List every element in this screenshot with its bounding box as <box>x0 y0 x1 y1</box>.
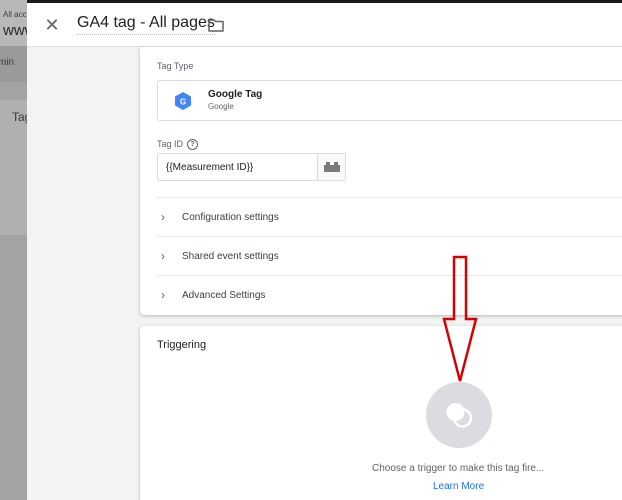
background-header: All acc www <box>0 0 27 46</box>
folder-icon[interactable] <box>208 18 224 32</box>
help-icon[interactable]: ? <box>187 139 198 150</box>
section-label: Advanced Settings <box>182 290 266 301</box>
trigger-empty-message: Choose a trigger to make this tag fire..… <box>372 463 545 474</box>
background-nav-label: min <box>0 57 15 68</box>
tag-id-value: {{Measurement ID}} <box>166 162 254 173</box>
variable-brick-icon <box>324 162 340 172</box>
tag-type-selector[interactable]: G Google Tag Google <box>157 80 622 121</box>
svg-text:G: G <box>180 98 186 107</box>
background-container-name: www <box>3 22 27 39</box>
advanced-settings-row[interactable]: › Advanced Settings <box>157 275 622 314</box>
add-trigger-button[interactable] <box>426 382 492 448</box>
chevron-right-icon: › <box>161 210 165 224</box>
tag-id-label: Tag ID <box>157 139 184 149</box>
triggering-card[interactable]: Triggering Choose a trigger to make this… <box>140 326 622 500</box>
background-account-label: All acc <box>3 10 27 19</box>
tag-type-label: Tag Type <box>157 61 194 71</box>
tag-configuration-card: Tag Type G Google Tag Google Tag ID ? {{… <box>140 47 622 315</box>
section-label: Shared event settings <box>182 251 279 262</box>
section-label: Configuration settings <box>182 212 279 223</box>
chevron-right-icon: › <box>161 249 165 263</box>
tag-editor-panel: ✕ GA4 tag - All pages Tag Type G Google … <box>27 0 622 500</box>
trigger-icon <box>446 403 473 428</box>
editor-header: ✕ GA4 tag - All pages <box>27 0 622 47</box>
chevron-right-icon: › <box>161 288 165 302</box>
shared-event-settings-row[interactable]: › Shared event settings <box>157 236 622 275</box>
tag-id-input[interactable]: {{Measurement ID}} <box>157 153 346 181</box>
background-nav: min <box>0 46 27 82</box>
close-icon[interactable]: ✕ <box>43 16 61 34</box>
tag-name-title[interactable]: GA4 tag - All pages <box>77 14 215 35</box>
background-app: All acc www min Tag <box>0 0 27 500</box>
triggering-title: Triggering <box>157 339 207 351</box>
learn-more-link[interactable]: Learn More <box>433 481 484 492</box>
tag-type-name: Google Tag <box>208 89 263 100</box>
tag-type-vendor: Google <box>208 102 234 111</box>
variable-picker-button[interactable] <box>317 154 345 180</box>
background-tag-label: Tag <box>12 110 27 124</box>
configuration-settings-row[interactable]: › Configuration settings <box>157 197 622 236</box>
google-tag-icon: G <box>175 92 191 110</box>
